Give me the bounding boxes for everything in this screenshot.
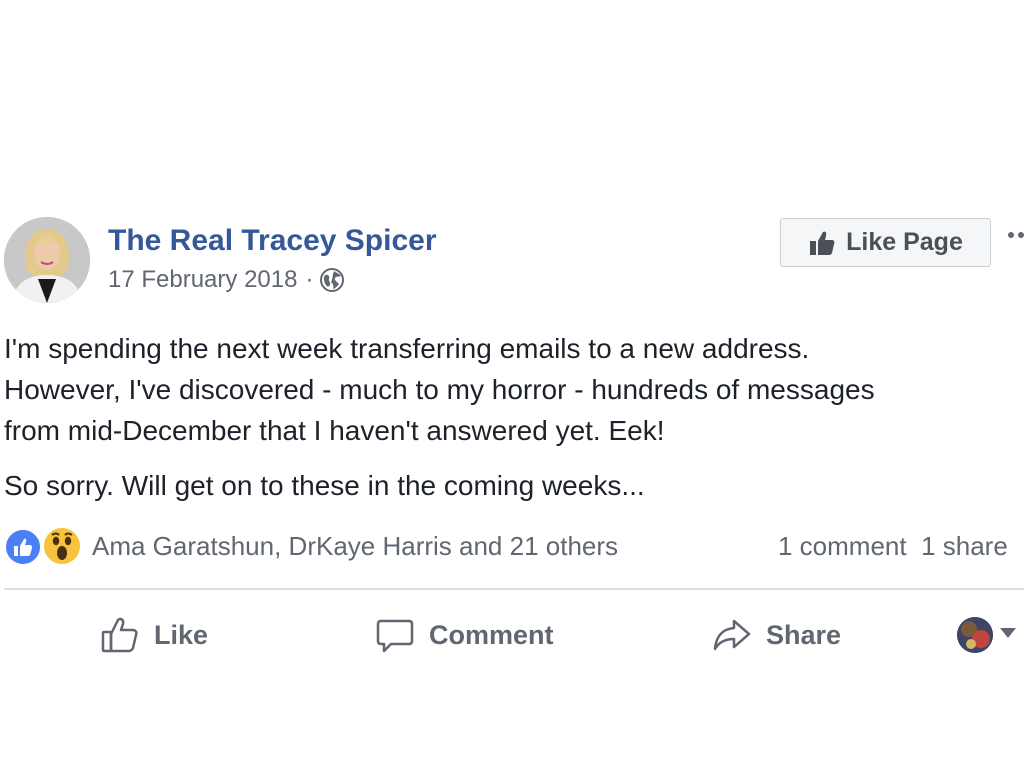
thumbs-up-icon [810, 231, 835, 255]
reaction-icons[interactable] [2, 524, 84, 568]
share-button[interactable]: Share [712, 610, 841, 660]
wow-reaction-icon[interactable] [42, 526, 82, 566]
share-label: Share [766, 619, 842, 650]
post-date[interactable]: 17 February 2018 [108, 266, 297, 294]
action-divider [4, 588, 1024, 590]
page-name-link[interactable]: The Real Tracey Spicer [108, 224, 437, 258]
share-count[interactable]: 1 share [921, 531, 1008, 561]
post-line: However, I've discovered - much to my ho… [4, 374, 875, 405]
share-icon [713, 619, 751, 651]
meta-separator: · [305, 266, 314, 293]
comment-count[interactable]: 1 comment [778, 531, 907, 561]
viewer-avatar[interactable] [957, 617, 993, 653]
post-meta: 17 February 2018 · [108, 266, 345, 294]
like-page-label: Like Page [846, 228, 963, 256]
like-reaction-icon[interactable] [4, 528, 42, 566]
like-outline-icon [101, 617, 138, 653]
post-body: I'm spending the next week transferring … [4, 328, 1024, 506]
like-page-button[interactable]: Like Page [780, 218, 991, 267]
more-options-icon[interactable] [1004, 226, 1024, 246]
reactions-bar: Ama Garatshun, DrKaye Harris and 21 othe… [2, 522, 1024, 570]
post-line: So sorry. Will get on to these in the co… [4, 470, 645, 501]
comment-icon [376, 619, 414, 653]
like-label: Like [154, 619, 209, 650]
page-avatar[interactable] [4, 217, 90, 303]
globe-icon[interactable] [319, 267, 345, 293]
comment-label: Comment [429, 619, 554, 650]
chevron-down-icon[interactable] [1000, 628, 1016, 638]
comment-button[interactable]: Comment [375, 610, 554, 660]
post-paragraph: I'm spending the next week transferring … [4, 328, 1024, 451]
reaction-names[interactable]: Ama Garatshun, DrKaye Harris and 21 othe… [92, 531, 618, 562]
like-button[interactable]: Like [100, 610, 208, 660]
post-line: from mid-December that I haven't answere… [4, 415, 665, 446]
engagement-counts: 1 comment 1 share [778, 531, 1008, 562]
post-line: I'm spending the next week transferring … [4, 333, 810, 364]
post-paragraph: So sorry. Will get on to these in the co… [4, 465, 1024, 506]
